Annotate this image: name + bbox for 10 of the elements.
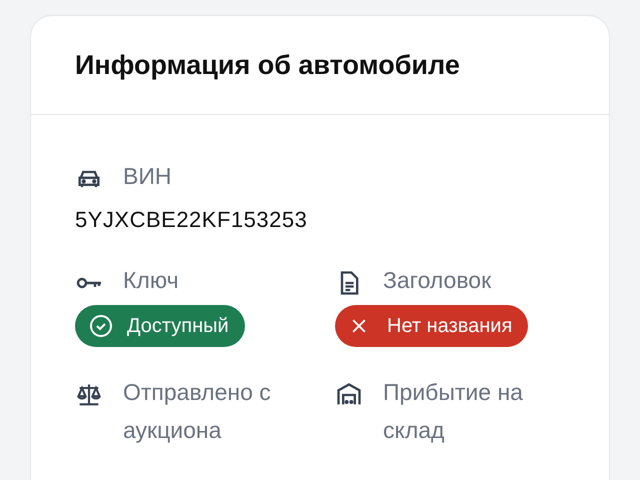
card-title: Информация об автомобиле bbox=[75, 50, 460, 80]
field-label: Отправлено с аукциона bbox=[123, 378, 272, 445]
field-label: Прибытие на склад bbox=[383, 378, 524, 445]
vin-label: ВИН bbox=[123, 162, 172, 191]
field-label: Заголовок bbox=[383, 266, 492, 295]
status-badge: Доступный bbox=[75, 305, 245, 347]
vin-value: 5YJXCBE22KF153253 bbox=[75, 207, 308, 233]
status-badge: Нет названия bbox=[335, 305, 528, 347]
check-circle-icon bbox=[89, 314, 113, 338]
field-label: Ключ bbox=[123, 266, 179, 295]
